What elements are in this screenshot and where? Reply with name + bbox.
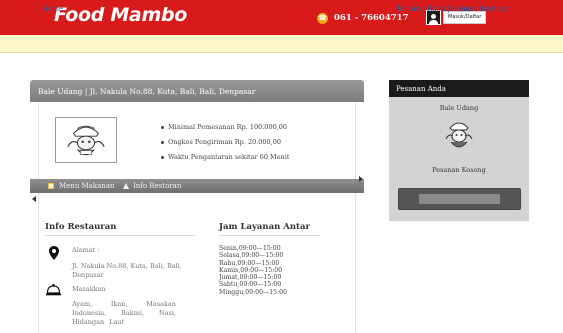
info-restaurant-title: Info Restauran — [45, 222, 195, 236]
phone-contact: ☎ 061 - 76604717 — [317, 11, 409, 25]
restaurant-name-address: Bale Udang | Jl. Nakula No.88, Kuta, Bal… — [38, 87, 256, 96]
cuisine-value: Ayam, Ikan, Masakan Indonesia, Bakmi, Na… — [72, 300, 176, 326]
list-item: Jumat,09:00—15:00 — [219, 274, 282, 282]
nav-bar — [0, 35, 563, 53]
order-restaurant-name: Bale Udang — [439, 104, 479, 112]
list-item: Senin,09:00—15:00 — [219, 245, 281, 252]
site-logo[interactable]: Food Mambo — [54, 4, 187, 26]
list-item: Minimal Pemesanan Rp. 100.000,00 — [160, 124, 289, 139]
delivery-hours-title: Jam Layanan Antar — [219, 222, 320, 236]
phone-number: 061 - 76604717 — [334, 13, 409, 23]
list-item: Ongkos Pengiriman Rp. 20.000,00 — [160, 139, 289, 154]
order-panel-title: Pesanan Anda — [396, 85, 446, 93]
list-item: Minggu,09:00—15:00 — [219, 288, 288, 296]
cuisine-label: Masakkan — [72, 285, 106, 293]
tab-label: Menu Makanan — [59, 182, 115, 190]
tab-menu-makanan[interactable]: Menu Makanan — [48, 182, 115, 190]
restaurant-info-list: Minimal Pemesanan Rp. 100.000,00 Ongkos … — [160, 124, 289, 169]
nav-about-link[interactable]: Tentang Kami — [396, 5, 445, 13]
order-panel-header: Pesanan Anda — [389, 80, 529, 97]
list-item: Rabu,09:00—15:00 — [219, 259, 280, 267]
info-triangle-icon — [123, 183, 129, 189]
list-item: Waktu Pengantaran sekitar 60 Menit — [160, 154, 289, 169]
nav-home-link[interactable]: Home — [42, 5, 63, 13]
ribbon-left-arrow-icon — [32, 196, 36, 202]
list-item: Kamis,09:00—15:00 — [219, 266, 283, 274]
nav-all-restaurants-link[interactable]: Semua Restoran — [452, 5, 511, 13]
restaurant-header: Bale Udang | Jl. Nakula No.88, Kuta, Bal… — [30, 80, 364, 102]
checkout-button[interactable] — [398, 188, 521, 210]
tab-label: Info Restoran — [133, 182, 182, 190]
nav-right-links: Tentang Kami | Semua Restoran — [396, 5, 511, 13]
restaurant-logo — [55, 117, 117, 163]
list-item: Sabtu,09:00—15:00 — [219, 281, 282, 289]
address-value: Jl. Nakula No.88, Kuta, Bali, Bali, Denp… — [72, 262, 182, 279]
menu-box-icon — [48, 183, 54, 189]
tab-info-restoran[interactable]: Info Restoran — [123, 182, 181, 190]
order-empty-text: Pesanan Kosong — [432, 166, 486, 174]
ribbon-right-arrow-icon — [359, 176, 363, 182]
location-pin-icon — [49, 246, 59, 260]
list-item: Selasa,09:00—15:00 — [219, 252, 284, 260]
delivery-hours-list: Senin,09:00—15:00 Selasa,09:00—15:00 Rab… — [219, 245, 287, 296]
phone-icon: ☎ — [317, 12, 328, 24]
address-label: Alamat : — [72, 246, 100, 254]
dish-cloche-icon — [46, 283, 61, 296]
order-restaurant-logo — [445, 122, 473, 148]
